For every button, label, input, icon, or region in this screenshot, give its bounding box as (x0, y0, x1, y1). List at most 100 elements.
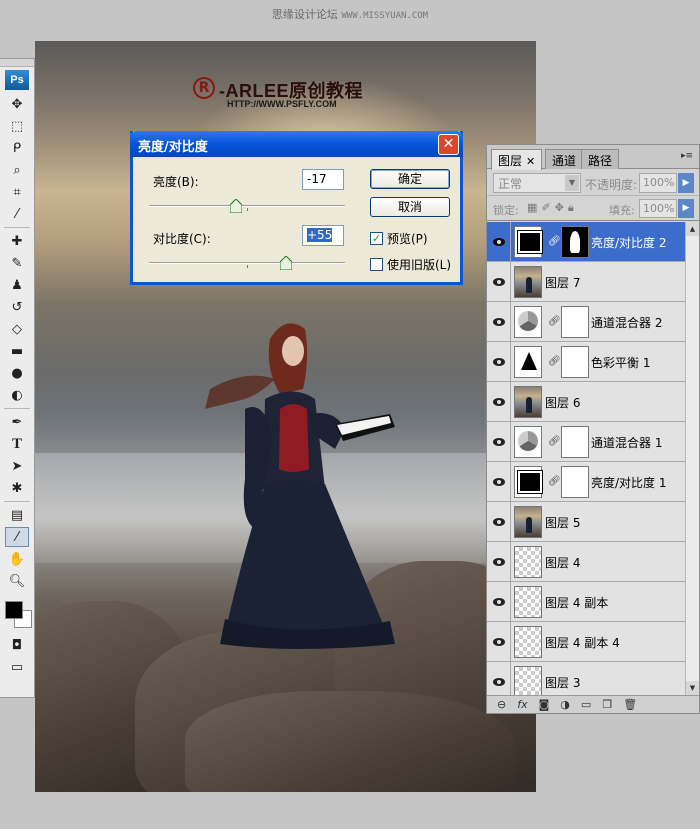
layer-mask-thumbnail[interactable] (561, 226, 589, 258)
layer-mask-thumbnail[interactable] (561, 466, 589, 498)
opacity-slider-button[interactable]: ▶ (678, 173, 694, 193)
eraser-icon[interactable]: ◇ (5, 319, 29, 339)
visibility-eye-icon[interactable] (487, 222, 511, 261)
visibility-eye-icon[interactable] (487, 342, 511, 381)
visibility-eye-icon[interactable] (487, 622, 511, 661)
tab-paths[interactable]: 路径 (581, 149, 620, 169)
fill-input[interactable]: 100% (639, 199, 677, 218)
layer-row[interactable]: 图层 7 (487, 262, 685, 302)
add-mask-icon[interactable]: ◙ (539, 698, 550, 711)
ok-button[interactable]: 确定 (370, 169, 450, 189)
layer-thumbnail[interactable] (514, 586, 542, 618)
layer-row[interactable]: 图层 4 副本 4 (487, 622, 685, 662)
brightness-slider-track[interactable] (149, 205, 345, 207)
brightness-slider-thumb[interactable] (229, 199, 242, 213)
dialog-titlebar[interactable]: 亮度/对比度 ✕ (130, 131, 463, 157)
layer-row[interactable]: 🔗︎ 通道混合器 1 (487, 422, 685, 462)
legacy-checkbox[interactable]: 使用旧版(L) (370, 256, 451, 273)
panel-menu-icon[interactable]: ▸≡ (681, 151, 693, 161)
layer-thumbnail[interactable] (514, 386, 542, 418)
visibility-eye-icon[interactable] (487, 462, 511, 501)
visibility-eye-icon[interactable] (487, 542, 511, 581)
preview-checkbox[interactable]: ✓ 预览(P) (370, 230, 428, 247)
brightness-input[interactable]: -17 (302, 169, 344, 190)
lock-icons[interactable]: ▦✐✥🔒︎ (527, 201, 578, 215)
marquee-icon[interactable]: ⬚ (5, 116, 29, 136)
photoshop-logo[interactable]: Ps (5, 70, 29, 90)
visibility-eye-icon[interactable] (487, 422, 511, 461)
scroll-down-icon[interactable]: ▼ (686, 681, 699, 695)
visibility-eye-icon[interactable] (487, 262, 511, 301)
blur-icon[interactable]: ● (5, 363, 29, 383)
layer-thumbnail[interactable] (514, 226, 543, 258)
gradient-icon[interactable]: ▬ (5, 341, 29, 361)
close-icon[interactable]: ✕ (438, 134, 459, 155)
layer-row[interactable]: 图层 4 副本 (487, 582, 685, 622)
healing-icon[interactable]: ✚ (5, 231, 29, 251)
layer-thumbnail[interactable] (514, 426, 542, 458)
eyedropper-icon[interactable]: ⁄ (5, 204, 29, 224)
notes-icon[interactable]: ▤ (5, 505, 29, 525)
shape-icon[interactable]: ✱ (5, 478, 29, 498)
visibility-eye-icon[interactable] (487, 662, 511, 695)
mask-link-icon[interactable]: 🔗︎ (548, 316, 561, 327)
layer-thumbnail[interactable] (514, 266, 542, 298)
scroll-up-icon[interactable]: ▲ (686, 222, 699, 236)
layer-mask-thumbnail[interactable] (561, 426, 589, 458)
mask-link-icon[interactable]: 🔗︎ (548, 236, 561, 247)
layer-thumbnail[interactable] (514, 466, 543, 498)
tab-close-icon[interactable]: ✕ (526, 155, 535, 168)
layer-thumbnail[interactable] (514, 546, 542, 578)
layer-row[interactable]: 图层 6 (487, 382, 685, 422)
visibility-eye-icon[interactable] (487, 382, 511, 421)
visibility-eye-icon[interactable] (487, 502, 511, 541)
mask-link-icon[interactable]: 🔗︎ (548, 356, 561, 367)
mask-link-icon[interactable]: 🔗︎ (548, 476, 561, 487)
dodge-icon[interactable]: ◐ (5, 385, 29, 405)
layer-row[interactable]: 🔗︎ 亮度/对比度 1 (487, 462, 685, 502)
layer-row[interactable]: 🔗︎ 亮度/对比度 2 (487, 222, 685, 262)
lasso-icon[interactable]: ᑭ (5, 138, 29, 158)
tab-channels[interactable]: 通道 (545, 149, 584, 169)
contrast-slider-track[interactable] (149, 262, 345, 264)
cancel-button[interactable]: 取消 (370, 197, 450, 217)
layer-row[interactable]: 图层 3 (487, 662, 685, 695)
layer-row[interactable]: 图层 5 (487, 502, 685, 542)
type-icon[interactable]: T (5, 434, 29, 454)
new-layer-icon[interactable]: ❐ (602, 698, 612, 711)
blend-mode-select[interactable]: 正常 ▼ (493, 173, 581, 193)
layer-row[interactable]: 图层 4 (487, 542, 685, 582)
layer-thumbnail[interactable] (514, 306, 542, 338)
screen-mode-icon[interactable]: ▭ (5, 657, 29, 677)
contrast-slider-thumb[interactable] (280, 256, 293, 270)
layer-thumbnail[interactable] (514, 626, 542, 658)
fill-slider-button[interactable]: ▶ (678, 199, 694, 218)
layer-row[interactable]: 🔗︎ 色彩平衡 1 (487, 342, 685, 382)
history-brush-icon[interactable]: ↺ (5, 297, 29, 317)
visibility-eye-icon[interactable] (487, 302, 511, 341)
adjustment-layer-icon[interactable]: ◑ (560, 698, 570, 711)
layer-mask-thumbnail[interactable] (561, 346, 589, 378)
layers-scrollbar[interactable]: ▲ ▼ (685, 222, 699, 695)
quick-mask-icon[interactable]: ◘ (5, 635, 29, 655)
opacity-input[interactable]: 100% (639, 173, 677, 193)
stamp-icon[interactable]: ♟ (5, 275, 29, 295)
zoom-icon[interactable]: 🔍︎ (5, 571, 29, 591)
trash-icon[interactable]: 🗑︎ (623, 698, 637, 711)
pen-icon[interactable]: ✒ (5, 412, 29, 432)
layer-mask-thumbnail[interactable] (561, 306, 589, 338)
layer-thumbnail[interactable] (514, 666, 542, 695)
visibility-eye-icon[interactable] (487, 582, 511, 621)
tab-layers[interactable]: 图层 ✕ (491, 149, 543, 170)
panel-grip[interactable] (0, 59, 34, 67)
new-group-icon[interactable]: ▭ (581, 698, 591, 711)
mask-link-icon[interactable]: 🔗︎ (548, 436, 561, 447)
layer-thumbnail[interactable] (514, 506, 542, 538)
quick-select-icon[interactable]: ⌕ (5, 160, 29, 180)
foreground-color-swatch[interactable] (5, 601, 23, 619)
path-select-icon[interactable]: ➤ (5, 456, 29, 476)
brush-icon[interactable]: ✎ (5, 253, 29, 273)
hand-icon[interactable]: ✋ (5, 549, 29, 569)
fx-icon[interactable]: fx (517, 698, 527, 711)
link-layers-icon[interactable]: ⊖ (497, 698, 506, 711)
